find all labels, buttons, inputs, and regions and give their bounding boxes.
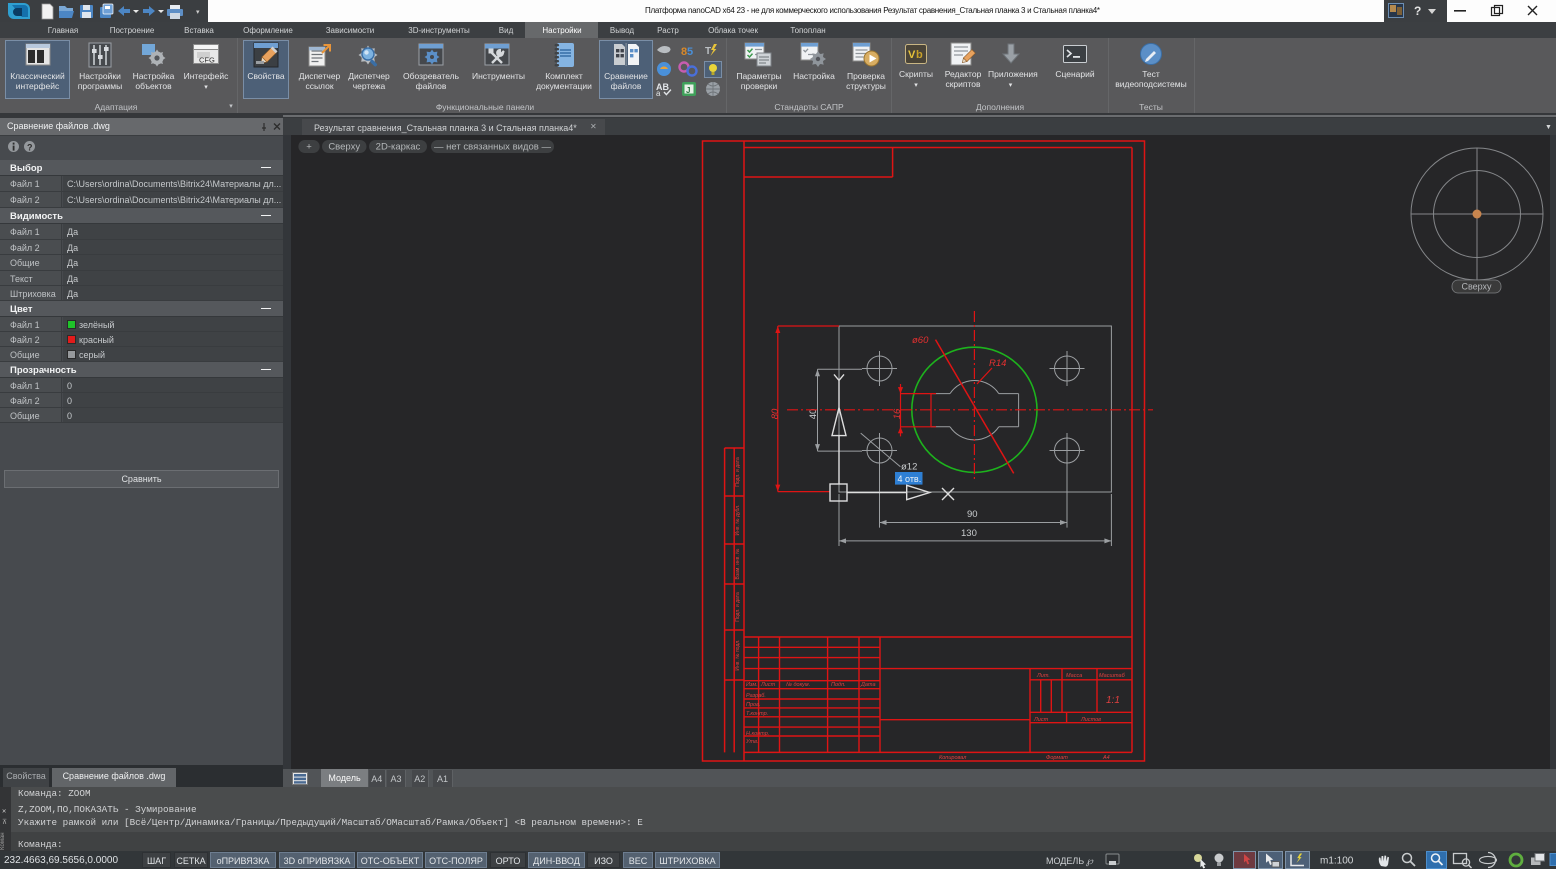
svg-text:а: а [656,89,661,96]
svg-text:Подп. и дата: Подп. и дата [735,457,741,487]
svg-text:Подп. и дата: Подп. и дата [735,592,741,622]
svg-text:Инв. № подл.: Инв. № подл. [735,639,741,670]
svg-text:А4: А4 [1102,755,1110,761]
svg-text:+: + [306,142,312,153]
svg-text:5: 5 [687,46,693,58]
svg-text:Т.контр.: Т.контр. [746,711,768,717]
svg-text:V: V [908,49,916,61]
svg-text:ø60: ø60 [912,335,929,346]
svg-text:R14: R14 [989,358,1006,369]
svg-text:Листов: Листов [1080,717,1101,723]
svg-text:16: 16 [892,408,903,419]
svg-text:2D-каркас: 2D-каркас [376,142,421,153]
svg-text:Изм.: Изм. [746,682,758,688]
svg-text:Разраб.: Разраб. [746,693,766,699]
svg-text:90: 90 [967,509,978,520]
svg-text:4 отв.: 4 отв. [898,474,922,484]
svg-text:№ докум.: № докум. [786,682,810,688]
svg-text:Формат: Формат [1046,755,1068,761]
svg-text:Подп.: Подп. [831,682,846,688]
svg-text:— нет связанных видов —: — нет связанных видов — [434,142,551,153]
svg-text:80: 80 [770,408,781,419]
svg-text:Лит.: Лит. [1036,673,1050,679]
svg-text:?: ? [27,142,33,152]
svg-text:Н.контр.: Н.контр. [746,731,769,737]
svg-text:Пров.: Пров. [746,702,761,708]
svg-text:Дата: Дата [860,682,876,688]
svg-text:Взам. инв. №: Взам. инв. № [735,549,741,580]
svg-text:b: b [916,49,923,61]
svg-text:Копировал: Копировал [939,755,966,761]
svg-text:Сверху: Сверху [328,142,360,153]
svg-text:Лист: Лист [760,682,776,688]
svg-text:T: T [705,46,711,57]
svg-text:Утв.: Утв. [745,739,759,745]
svg-text:ø12: ø12 [901,462,917,473]
svg-text:Лист: Лист [1033,717,1049,723]
svg-text:Сверху: Сверху [1461,282,1492,292]
svg-text:CFG: CFG [199,56,215,65]
svg-text:Инв. № дубл.: Инв. № дубл. [735,505,741,536]
svg-text:J: J [686,86,690,95]
svg-text:1:1: 1:1 [1106,695,1120,706]
svg-text:?: ? [1414,4,1421,18]
svg-text:Масштаб: Масштаб [1099,673,1126,679]
svg-text:m1:100: m1:100 [1320,856,1354,867]
svg-text:Масса: Масса [1066,673,1082,679]
svg-text:130: 130 [961,528,977,539]
svg-text:℘: ℘ [1086,856,1094,867]
